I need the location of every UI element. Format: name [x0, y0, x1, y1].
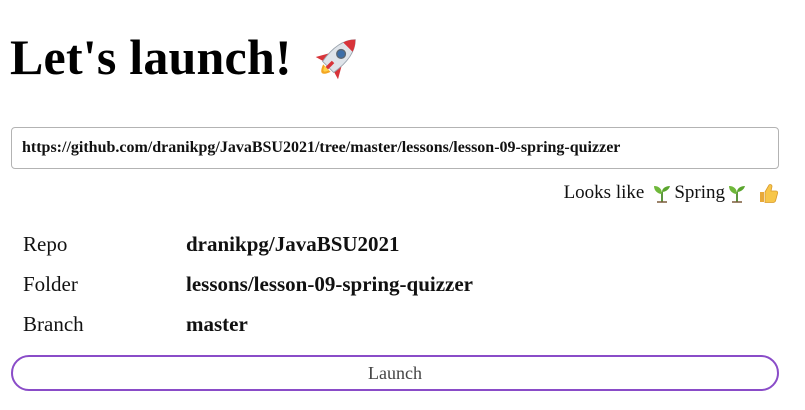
folder-label: Folder	[23, 271, 78, 296]
detection-prefix: Looks like	[563, 182, 645, 203]
branch-label: Branch	[23, 311, 84, 336]
folder-value: lessons/lesson-09-spring-quizzer	[186, 271, 474, 296]
info-row-repo: Repo dranikpg/JavaBSU2021	[23, 224, 763, 264]
sprout-icon	[652, 183, 672, 203]
rocket-icon	[310, 29, 366, 85]
info-row-branch: Branch master	[23, 304, 763, 344]
framework-name: Spring	[674, 182, 725, 203]
launch-page: Let's launch! https://github.com/dranikp…	[0, 0, 805, 410]
launch-button[interactable]: Launch	[11, 355, 779, 391]
repo-info-table: Repo dranikpg/JavaBSU2021 Folder lessons…	[23, 224, 763, 344]
page-title: Let's launch!	[10, 29, 292, 85]
thumbs-up-icon	[757, 182, 779, 204]
sprout-icon	[727, 183, 747, 203]
info-row-folder: Folder lessons/lesson-09-spring-quizzer	[23, 264, 763, 304]
title-row: Let's launch!	[10, 22, 366, 92]
repo-label: Repo	[23, 231, 68, 256]
repo-value: dranikpg/JavaBSU2021	[186, 231, 400, 256]
framework-detection: Looks like Spring	[564, 180, 779, 206]
branch-value: master	[186, 311, 248, 336]
repo-url-input[interactable]	[11, 127, 779, 169]
